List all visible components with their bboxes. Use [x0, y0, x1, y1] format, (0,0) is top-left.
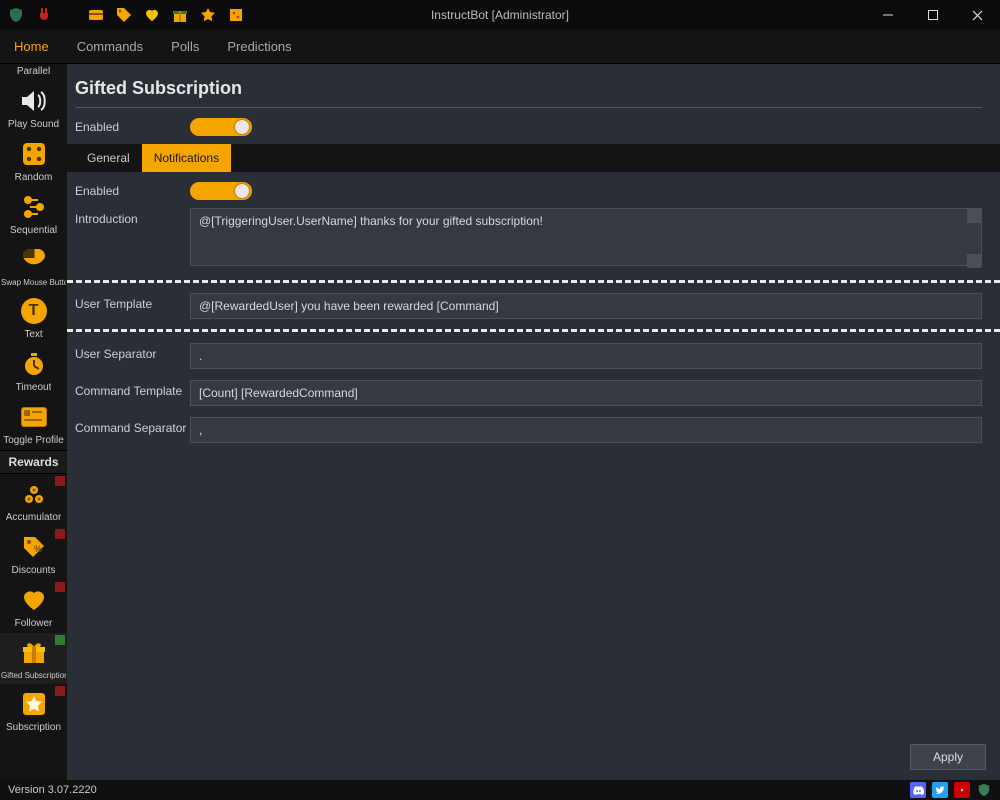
command-template-input[interactable] [190, 380, 982, 406]
sidebar: Parallel Play Sound Random Sequential Sw… [0, 64, 67, 780]
page-title: Gifted Subscription [75, 78, 982, 99]
subtabs: General Notifications [67, 144, 1000, 172]
close-button[interactable] [955, 0, 1000, 30]
stopwatch-icon [18, 348, 50, 380]
tag-orange-icon[interactable] [116, 7, 132, 23]
status-marker [55, 686, 65, 696]
maximize-button[interactable] [910, 0, 955, 30]
scroll-up-icon[interactable] [967, 209, 981, 223]
sidebar-item-accumulator[interactable]: Accumulator [0, 474, 67, 527]
user-template-label: User Template [75, 293, 190, 311]
user-separator-label: User Separator [75, 343, 190, 361]
user-separator-input[interactable] [190, 343, 982, 369]
sidebar-item-toggle-profile[interactable]: Toggle Profile [0, 397, 67, 450]
version-text: Version 3.07.2220 [8, 784, 97, 796]
main-panel: Gifted Subscription Enabled General Noti… [67, 64, 1000, 780]
sidebar-item-subscription[interactable]: Subscription [0, 684, 67, 737]
sidebar-item-random[interactable]: Random [0, 134, 67, 187]
heart-icon [18, 584, 50, 616]
twitter-icon[interactable] [932, 782, 948, 798]
sidebar-rewards-header: Rewards [0, 450, 67, 474]
status-marker [55, 635, 65, 645]
notif-enabled-label: Enabled [75, 184, 190, 198]
app-shield-icon [8, 7, 24, 23]
statusbar: Version 3.07.2220 [0, 780, 1000, 800]
command-template-label: Command Template [75, 380, 190, 398]
gift-icon [18, 637, 50, 669]
titlebar: InstructBot [Administrator] [0, 0, 1000, 30]
heart-yellow-icon[interactable] [144, 7, 160, 23]
sidebar-item-play-sound[interactable]: Play Sound [0, 81, 67, 134]
discount-tag-icon: % [18, 531, 50, 563]
minimize-button[interactable] [865, 0, 910, 30]
enabled-label: Enabled [75, 120, 190, 134]
subtab-notifications[interactable]: Notifications [142, 144, 231, 172]
accumulator-icon [18, 478, 50, 510]
star-icon[interactable] [200, 7, 216, 23]
speaker-icon [18, 85, 50, 117]
titlebar-left-icons [0, 7, 244, 23]
sidebar-item-sequential[interactable]: Sequential [0, 187, 67, 240]
user-template-input[interactable] [190, 293, 982, 319]
command-separator-input[interactable] [190, 417, 982, 443]
status-marker [55, 529, 65, 539]
discord-icon[interactable] [910, 782, 926, 798]
dice-icon [18, 138, 50, 170]
status-marker [55, 476, 65, 486]
notif-enabled-toggle[interactable] [190, 182, 252, 200]
sequence-icon [18, 191, 50, 223]
nav-predictions[interactable]: Predictions [227, 39, 291, 54]
sidebar-item-text[interactable]: T Text [0, 291, 67, 344]
highlighted-user-template-row: User Template [67, 280, 1000, 332]
sidebar-item-gifted-subscription[interactable]: Gifted Subscription [0, 633, 67, 684]
mouse-swap-icon [18, 244, 50, 276]
plug-red-icon [36, 7, 52, 23]
trophy-icon[interactable] [228, 7, 244, 23]
status-marker [55, 582, 65, 592]
sidebar-item-parallel[interactable]: Parallel [0, 64, 67, 81]
title-underline [75, 107, 982, 108]
nav-commands[interactable]: Commands [77, 39, 143, 54]
window-controls [865, 0, 1000, 30]
sidebar-item-discounts[interactable]: % Discounts [0, 527, 67, 580]
gift-green-icon[interactable] [172, 7, 188, 23]
sidebar-item-swap-mouse[interactable]: Swap Mouse Button [0, 240, 67, 291]
shield-status-icon[interactable] [976, 782, 992, 798]
nav-home[interactable]: Home [14, 39, 49, 54]
command-separator-label: Command Separator [75, 417, 190, 435]
card-orange-icon[interactable] [88, 7, 104, 23]
star-badge-icon [18, 688, 50, 720]
apply-button[interactable]: Apply [910, 744, 986, 770]
introduction-input[interactable] [190, 208, 982, 266]
subtab-general[interactable]: General [75, 144, 142, 172]
text-icon: T [18, 295, 50, 327]
sidebar-item-timeout[interactable]: Timeout [0, 344, 67, 397]
sidebar-item-follower[interactable]: Follower [0, 580, 67, 633]
scroll-down-icon[interactable] [967, 254, 981, 268]
svg-text:%: % [34, 544, 42, 554]
introduction-label: Introduction [75, 208, 190, 226]
profile-card-icon [18, 401, 50, 433]
main-nav: Home Commands Polls Predictions [0, 30, 1000, 64]
nav-polls[interactable]: Polls [171, 39, 199, 54]
youtube-icon[interactable] [954, 782, 970, 798]
enabled-toggle[interactable] [190, 118, 252, 136]
